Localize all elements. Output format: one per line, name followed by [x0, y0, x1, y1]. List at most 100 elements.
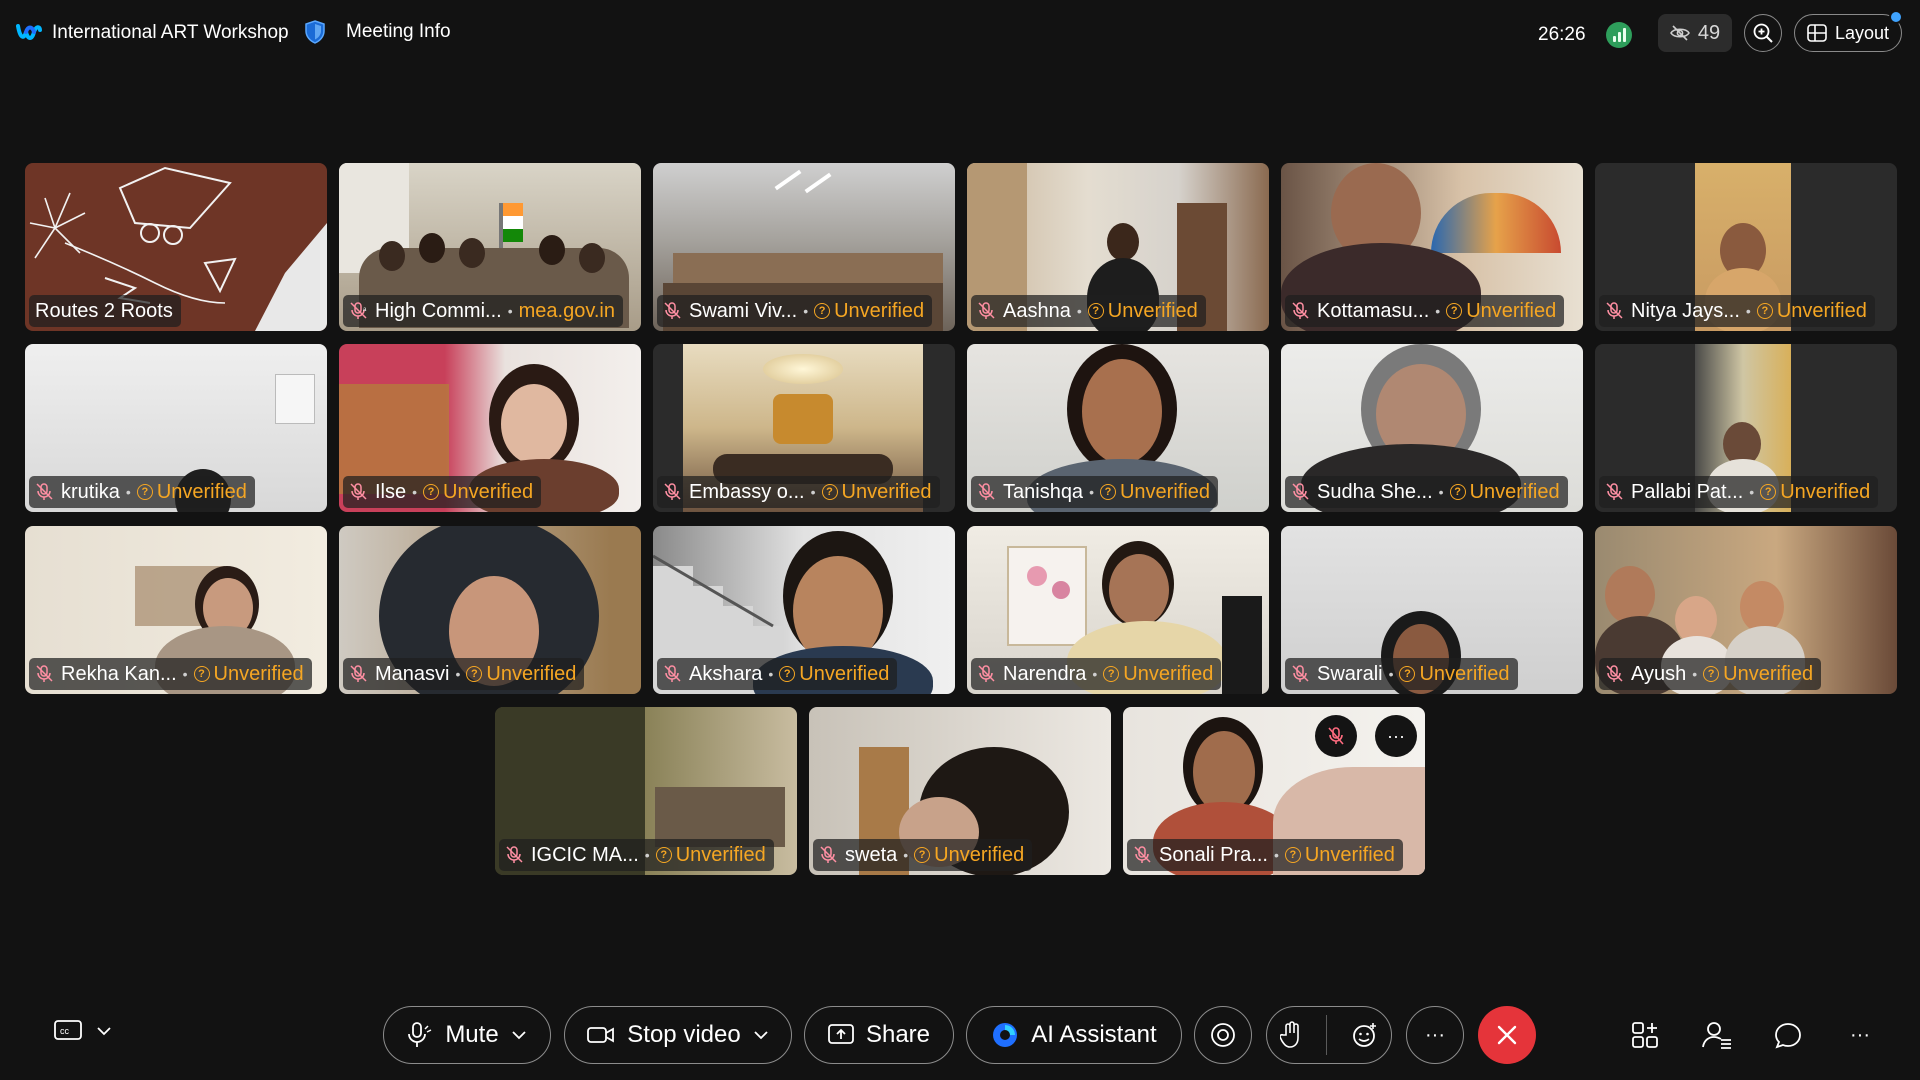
- more-panels-button[interactable]: ···: [1845, 1020, 1875, 1050]
- video-tile[interactable]: Sudha She... • ? Unverified: [1281, 344, 1583, 512]
- video-tile[interactable]: Swarali • ? Unverified: [1281, 526, 1583, 694]
- layout-label: Layout: [1834, 22, 1890, 43]
- video-tile[interactable]: Rekha Kan... • ? Unverified: [25, 526, 327, 694]
- share-button[interactable]: Share: [804, 1006, 954, 1064]
- unverified-icon: ?: [1760, 484, 1777, 500]
- participant-name: Embassy o...: [689, 480, 805, 503]
- tile-more-button[interactable]: ···: [1375, 715, 1417, 757]
- zoom-button[interactable]: [1744, 14, 1782, 52]
- meeting-timer: 26:26: [1538, 24, 1586, 45]
- network-signal-icon[interactable]: [1606, 22, 1632, 48]
- video-tile[interactable]: Embassy o... • ? Unverified: [653, 344, 955, 512]
- participant-status: Unverified: [1780, 480, 1871, 503]
- video-tile[interactable]: sweta • ? Unverified: [809, 707, 1111, 875]
- meeting-info-label: Meeting Info: [346, 21, 451, 42]
- unverified-icon: ?: [1756, 303, 1773, 319]
- participant-label: Manasvi • ? Unverified: [343, 658, 585, 690]
- mic-muted-icon: [1292, 483, 1309, 500]
- chat-button[interactable]: [1773, 1020, 1803, 1050]
- participant-label: sweta • ? Unverified: [813, 839, 1033, 871]
- viewer-count: 49: [1697, 21, 1721, 44]
- mic-muted-icon: [820, 846, 837, 863]
- participant-label: krutika • ? Unverified: [29, 476, 255, 508]
- chevron-down-icon: [97, 1027, 111, 1036]
- unverified-icon: ?: [1087, 303, 1104, 319]
- apps-button[interactable]: [1630, 1020, 1660, 1050]
- participant-name: Sonali Pra...: [1159, 843, 1268, 866]
- participant-label: Ilse • ? Unverified: [343, 476, 542, 508]
- participant-status: mea.gov.in: [518, 299, 615, 322]
- unverified-icon: ?: [1103, 666, 1120, 682]
- mute-button[interactable]: Mute: [383, 1006, 551, 1064]
- video-tile[interactable]: Akshara • ? Unverified: [653, 526, 955, 694]
- participant-status: Unverified: [834, 299, 925, 322]
- participant-status: Unverified: [1107, 299, 1198, 322]
- unverified-icon: ?: [1449, 484, 1466, 500]
- raise-hand-icon[interactable]: [1279, 1021, 1302, 1049]
- video-tile[interactable]: IGCIC MA... • ? Unverified: [495, 707, 797, 875]
- participants-button[interactable]: [1702, 1020, 1732, 1050]
- mic-muted-icon: [978, 665, 995, 682]
- participant-status: Unverified: [1304, 843, 1395, 866]
- video-tile[interactable]: Pallabi Pat... • ? Unverified: [1595, 344, 1897, 512]
- stop-video-button[interactable]: Stop video: [564, 1006, 792, 1064]
- participant-status: Unverified: [934, 843, 1025, 866]
- unverified-icon: ?: [1284, 847, 1301, 863]
- chat-icon: [1775, 1023, 1801, 1049]
- emoji-reaction-icon[interactable]: [1351, 1021, 1379, 1049]
- reactions-group: [1266, 1006, 1392, 1064]
- participant-label: Narendra • ? Unverified: [971, 658, 1222, 690]
- record-button[interactable]: [1194, 1006, 1252, 1064]
- video-tile[interactable]: Aashna • ? Unverified: [967, 163, 1269, 331]
- participant-name: Kottamasu...: [1317, 299, 1430, 322]
- mic-muted-icon: [350, 665, 367, 682]
- video-tile[interactable]: ··· Sonali Pra... • ? Unverified: [1123, 707, 1425, 875]
- participant-label: Ayush • ? Unverified: [1599, 658, 1822, 690]
- mic-muted-icon: [1328, 727, 1344, 745]
- video-tile[interactable]: krutika • ? Unverified: [25, 344, 327, 512]
- mic-muted-icon: [1292, 302, 1309, 319]
- zoom-in-icon: [1753, 23, 1773, 43]
- video-tile[interactable]: Ilse • ? Unverified: [339, 344, 641, 512]
- video-tile[interactable]: Kottamasu... • ? Unverified: [1281, 163, 1583, 331]
- eye-off-icon: [1669, 25, 1690, 41]
- participant-status: Unverified: [841, 480, 932, 503]
- video-tile[interactable]: Ayush • ? Unverified: [1595, 526, 1897, 694]
- participant-status: Unverified: [1466, 299, 1557, 322]
- shield-icon: [305, 20, 325, 44]
- video-tile[interactable]: Narendra • ? Unverified: [967, 526, 1269, 694]
- video-tile[interactable]: Tanishqa • ? Unverified: [967, 344, 1269, 512]
- layout-button[interactable]: Layout: [1794, 14, 1902, 52]
- video-tile[interactable]: Routes 2 Roots: [25, 163, 327, 331]
- mic-muted-icon: a: [350, 302, 367, 319]
- end-call-button[interactable]: [1478, 1006, 1536, 1064]
- participant-label: Tanishqa • ? Unverified: [971, 476, 1219, 508]
- participant-name: Sudha She...: [1317, 480, 1433, 503]
- brand: International ART Workshop: [16, 22, 289, 44]
- participant-status: Unverified: [213, 662, 304, 685]
- video-tile[interactable]: a High Commi... • mea.gov.in: [339, 163, 641, 331]
- participant-name: krutika: [61, 480, 120, 503]
- participant-label: Sonali Pra... • ? Unverified: [1127, 839, 1403, 871]
- hidden-participants-button[interactable]: 49: [1658, 14, 1732, 52]
- mute-participant-button[interactable]: [1315, 715, 1357, 757]
- participant-label: Sudha She... • ? Unverified: [1285, 476, 1568, 508]
- unverified-icon: ?: [1703, 666, 1720, 682]
- ai-assistant-button[interactable]: AI Assistant: [966, 1006, 1182, 1064]
- participant-status: Unverified: [1723, 662, 1814, 685]
- svg-text:cc: cc: [60, 1026, 70, 1036]
- unverified-icon: ?: [1446, 303, 1463, 319]
- participant-label: a High Commi... • mea.gov.in: [343, 295, 623, 327]
- video-camera-icon: [587, 1027, 615, 1043]
- video-tile[interactable]: Swami Viv... • ? Unverified: [653, 163, 955, 331]
- closed-captions-button[interactable]: cc: [54, 1020, 112, 1042]
- meeting-info-button[interactable]: Meeting Info: [304, 20, 451, 44]
- participant-label: Routes 2 Roots: [29, 295, 181, 327]
- participant-name: Tanishqa: [1003, 480, 1084, 503]
- more-options-button[interactable]: ···: [1406, 1006, 1464, 1064]
- video-tile[interactable]: Nitya Jays... • ? Unverified: [1595, 163, 1897, 331]
- participant-status: Unverified: [675, 843, 766, 866]
- mic-muted-icon: [350, 483, 367, 500]
- video-tile[interactable]: Manasvi • ? Unverified: [339, 526, 641, 694]
- mic-muted-icon: [506, 846, 523, 863]
